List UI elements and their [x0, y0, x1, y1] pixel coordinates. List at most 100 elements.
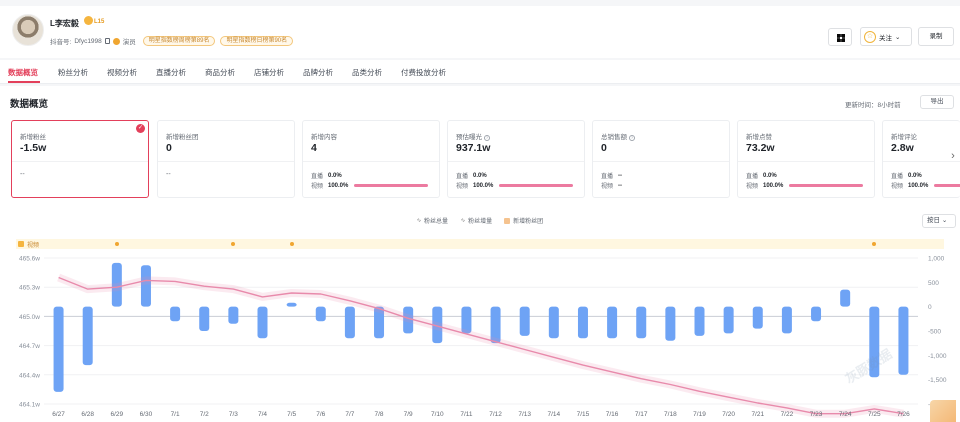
- profile-name: L李宏毅: [50, 19, 79, 28]
- period-select[interactable]: 按日 ⌄: [922, 214, 956, 228]
- tab-paid-ads[interactable]: 付费投放分析: [401, 67, 446, 78]
- metric-card-total-sales[interactable]: 总销售额? 0 直播 -- 视频 --: [592, 120, 730, 198]
- metric-card-new-likes[interactable]: 新增点赞 73.2w 直播 0.0% 视频 100.0%: [737, 120, 875, 198]
- bar-fans-increment: [636, 306, 647, 339]
- card-value: 2.8w: [891, 142, 914, 154]
- x-tick-label: 7/20: [722, 411, 735, 418]
- tab-video[interactable]: 视频分析: [107, 67, 137, 78]
- video-share-value: --: [618, 182, 622, 189]
- fans-chart: 465.6w 465.3w 465.0w 464.7w 464.4w 464.1w 1,00…: [19, 256, 947, 419]
- bar-fans-increment: [140, 265, 151, 307]
- x-tick-label: 6/29: [111, 411, 124, 418]
- tab-product[interactable]: 商品分析: [205, 67, 235, 78]
- rank-badge-weekly[interactable]: 明星指数榜周榜第89名: [142, 36, 216, 46]
- metric-card-new-fan-group[interactable]: 新增粉丝团 0 --: [157, 120, 295, 198]
- live-label: 直播: [456, 174, 469, 180]
- card-divider: [593, 161, 729, 162]
- chart-legend: ∿ 粉丝总量 ∿ 粉丝增量 新增粉丝团: [416, 216, 543, 225]
- y-tick-right: 500: [928, 280, 939, 287]
- tab-live[interactable]: 直播分析: [156, 67, 186, 78]
- card-title: 新增粉丝团: [166, 134, 199, 141]
- live-share-row: 直播 0.0%: [456, 171, 499, 181]
- export-button[interactable]: 导出: [920, 95, 954, 109]
- live-label: 直播: [311, 174, 324, 180]
- metric-card-new-content[interactable]: 新增内容 4 直播 0.0% 视频 100.0%: [302, 120, 440, 198]
- live-label: 直播: [746, 174, 759, 180]
- y-tick-left: 464.4w: [19, 372, 40, 379]
- x-tick-label: 7/1: [171, 411, 180, 418]
- bar-fans-increment: [577, 306, 588, 339]
- x-tick-label: 7/16: [606, 411, 619, 418]
- video-share-row: 视频 100.0%: [456, 181, 573, 190]
- x-tick-label: 7/15: [577, 411, 590, 418]
- y-tick-right: -1,500: [928, 377, 947, 384]
- avatar[interactable]: [12, 14, 44, 46]
- crown-icon: [84, 16, 93, 25]
- level-badge: L15: [84, 16, 104, 25]
- star-icon: ☆: [864, 30, 876, 43]
- bar-fans-increment: [811, 306, 822, 322]
- info-icon[interactable]: ?: [629, 135, 635, 141]
- bar-fans-increment: [257, 306, 268, 339]
- follow-button[interactable]: ☆ 关注 ⌄: [860, 27, 912, 46]
- overview-panel: 数据概览 更新时间：8小时前 导出 ✓ 新增粉丝 -1.5w -- 新增粉丝团 …: [0, 86, 960, 422]
- legend-increment[interactable]: ∿ 粉丝增量: [460, 216, 492, 225]
- card-value: -1.5w: [20, 142, 47, 154]
- tab-category[interactable]: 品类分析: [352, 67, 382, 78]
- live-share-row: 直播 0.0%: [746, 171, 789, 181]
- y-tick-left: 464.7w: [19, 343, 40, 350]
- x-tick-label: 7/13: [518, 411, 531, 418]
- y-tick-left: 465.0w: [19, 314, 40, 321]
- id-value: Dfyc1998: [74, 37, 102, 45]
- video-label: 视频: [891, 184, 904, 190]
- tab-brand[interactable]: 品牌分析: [303, 67, 333, 78]
- bar-fans-increment: [82, 306, 93, 366]
- bar-fans-increment: [694, 306, 705, 336]
- card-title: 总销售额?: [601, 131, 635, 141]
- record-button[interactable]: 录制: [918, 27, 954, 46]
- y-tick-right: -1,000: [928, 353, 947, 360]
- card-title-text: 总销售额: [601, 134, 627, 141]
- metric-card-new-fans[interactable]: ✓ 新增粉丝 -1.5w --: [11, 120, 149, 198]
- qr-code-button[interactable]: [828, 28, 852, 46]
- live-share-value: 0.0%: [908, 172, 922, 179]
- card-value: 73.2w: [746, 142, 775, 154]
- tab-store[interactable]: 店铺分析: [254, 67, 284, 78]
- live-share-row: 直播 --: [601, 171, 644, 181]
- analysis-tabs: 数据概览 粉丝分析 视频分析 直播分析 商品分析 店铺分析 品牌分析 品类分析 …: [0, 60, 960, 84]
- video-share-row: 视频 --: [601, 181, 644, 191]
- bar-fans-increment: [607, 306, 618, 339]
- x-tick-label: 7/7: [345, 411, 354, 418]
- live-share-row: 直播 0.0%: [891, 171, 934, 181]
- video-label: 视频: [311, 184, 324, 190]
- copy-icon[interactable]: [104, 38, 110, 44]
- bar-fans-increment: [344, 306, 355, 339]
- card-divider: [303, 161, 439, 162]
- bar-fans-increment: [315, 306, 326, 322]
- bar-fans-increment: [519, 306, 530, 336]
- x-tick-label: 7/2: [200, 411, 209, 418]
- video-share-row: 视频 100.0%: [891, 181, 960, 190]
- x-tick-label: 7/14: [548, 411, 561, 418]
- x-tick-label: 7/3: [229, 411, 238, 418]
- legend-total-label: 粉丝总量: [424, 219, 449, 225]
- legend-total[interactable]: ∿ 粉丝总量: [416, 216, 448, 225]
- line-icon: ∿: [416, 218, 422, 224]
- live-label: 直播: [601, 174, 614, 180]
- live-share-row: 直播 0.0%: [311, 171, 354, 181]
- rank-badge-daily[interactable]: 明星指数榜日榜第90名: [220, 36, 294, 46]
- info-icon[interactable]: ?: [484, 135, 490, 141]
- bar-fans-increment: [898, 306, 909, 375]
- floating-widget[interactable]: [930, 400, 956, 422]
- x-tick-label: 7/11: [460, 411, 473, 418]
- y-tick-right: 1,000: [928, 256, 945, 263]
- metric-card-estimated-exposure[interactable]: 预估曝光? 937.1w 直播 0.0% 视频 100.0%: [447, 120, 585, 198]
- card-title: 新增内容: [311, 134, 337, 141]
- tab-fans[interactable]: 粉丝分析: [58, 67, 88, 78]
- x-tick-label: 7/17: [635, 411, 648, 418]
- legend-increment-label: 粉丝增量: [468, 219, 493, 225]
- legend-fan-group[interactable]: 新增粉丝团: [504, 216, 543, 225]
- tab-overview[interactable]: 数据概览: [8, 67, 38, 78]
- chevron-right-icon[interactable]: ›: [946, 150, 960, 168]
- x-tick-label: 6/27: [52, 411, 65, 418]
